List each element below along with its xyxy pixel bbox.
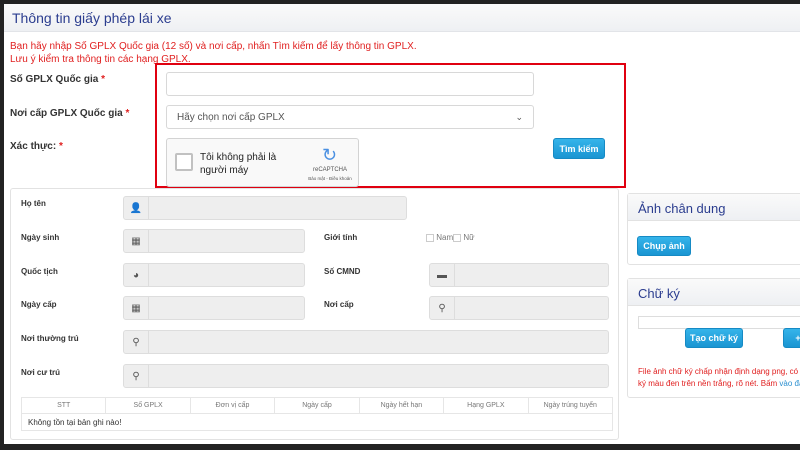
calendar-icon: ▦ [124,297,149,319]
nationality-field[interactable]: ◕ [123,263,305,287]
signature-panel: Chữ ký Tạo chữ ký + File ảnh chữ ký chấp… [627,278,800,398]
issue-date-field[interactable]: ▦ [123,296,305,320]
create-signature-button[interactable]: Tạo chữ ký [685,328,743,348]
user-icon: 👤 [124,197,149,219]
recaptcha-links[interactable]: Bảo mật - Điều khoản [303,176,357,181]
license-page: Thông tin giấy phép lái xe Bạn hãy nhập … [4,4,800,444]
page-title: Thông tin giấy phép lái xe [12,10,172,26]
license-table: STT Số GPLX Đơn vị cấp Ngày cấp Ngày hết… [21,397,613,431]
search-button[interactable]: Tìm kiếm [553,138,605,159]
gender-options: Nam Nữ [426,233,475,242]
nationality-label: Quốc tịch [21,267,58,276]
recaptcha-checkbox[interactable] [175,153,193,171]
id-number-label: Số CMND [324,267,361,276]
id-card-icon: ▬ [430,264,455,286]
female-checkbox[interactable] [453,233,462,242]
map-marker-icon: ⚲ [124,365,149,387]
permanent-address-label: Nơi thường trú [21,334,79,343]
license-info-panel: Họ tên 👤 Ngày sinh ▦ Giới tính Nam Nữ Qu… [10,188,619,440]
column-header: Đơn vị cấp [191,398,276,413]
issue-place-info-label: Nơi cấp [324,300,354,309]
capture-photo-button[interactable]: Chụp ảnh [637,236,691,256]
issue-date-label: Ngày cấp [21,300,57,309]
table-header: STT Số GPLX Đơn vị cấp Ngày cấp Ngày hết… [22,398,612,414]
residence-label: Nơi cư trú [21,368,61,377]
issue-place-field[interactable]: ⚲ [429,296,609,320]
column-header: Hạng GPLX [444,398,529,413]
issue-place-label: Nơi cấp GPLX Quốc gia * [10,108,130,119]
portrait-panel: Ảnh chân dung Chụp ảnh [627,193,800,265]
permanent-address-field[interactable]: ⚲ [123,330,609,354]
dob-field[interactable]: ▦ [123,229,305,253]
signature-title: Chữ ký [628,279,800,306]
column-header: Ngày cấp [275,398,360,413]
male-label: Nam [436,233,454,242]
issue-place-selected: Hãy chọn nơi cấp GPLX [177,112,285,123]
signature-note-1: File ảnh chữ ký chấp nhận định dạng png,… [638,367,800,376]
license-number-label: Số GPLX Quốc gia * [10,74,106,85]
signature-note-2: ký màu đen trên nền trắng, rõ nét. Bấm v… [638,379,800,388]
recaptcha-logo-icon: ↻ [322,145,338,165]
chevron-down-icon: ⌄ [515,112,523,122]
table-empty-row: Không tồn tại bản ghi nào! [28,417,122,427]
calendar-icon: ▦ [124,230,149,252]
residence-field[interactable]: ⚲ [123,364,609,388]
id-number-field[interactable]: ▬ [429,263,609,287]
female-label: Nữ [463,233,475,242]
here-link[interactable]: vào đây [779,379,800,388]
license-number-input[interactable] [166,72,534,96]
recaptcha-brand: reCAPTCHA [312,167,347,173]
issue-place-select[interactable]: Hãy chọn nơi cấp GPLX ⌄ [166,105,534,129]
male-checkbox[interactable] [426,233,434,242]
recaptcha-widget: Tôi không phải là người máy ↻ reCAPTCHA … [166,138,359,187]
name-label: Họ tên [21,199,46,208]
map-marker-icon: ⚲ [124,331,149,353]
page-header: Thông tin giấy phép lái xe [4,4,800,32]
notice-line-1: Bạn hãy nhập Số GPLX Quốc gia (12 số) và… [10,41,417,52]
column-header: STT [22,398,107,413]
column-header: Ngày trúng tuyển [543,402,597,409]
name-field[interactable]: 👤 [123,196,407,220]
recaptcha-text: Tôi không phải là người máy [200,152,277,176]
dob-label: Ngày sinh [21,233,60,242]
portrait-title: Ảnh chân dung [628,194,800,221]
add-signature-button[interactable]: + [783,328,800,348]
gender-label: Giới tính [324,233,358,242]
column-header: Số GPLX [106,398,191,413]
verify-label: Xác thực: * [10,141,63,152]
map-marker-icon: ⚲ [430,297,455,319]
globe-icon: ◕ [124,264,149,286]
column-header: Ngày hết hạn [360,398,445,413]
